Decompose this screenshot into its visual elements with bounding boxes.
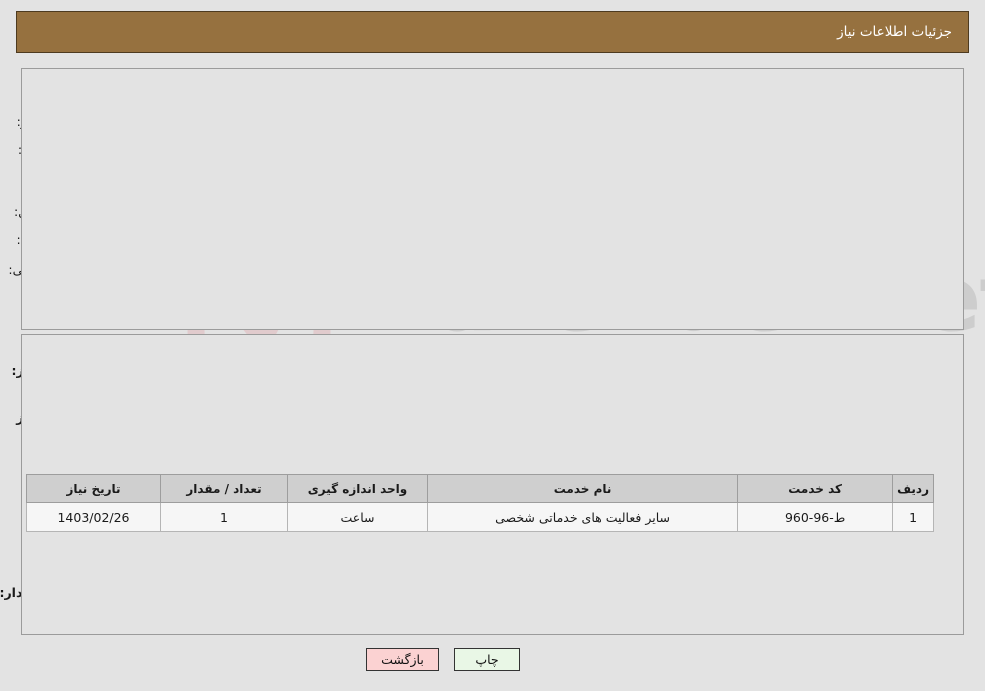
services-table: ردیف کد خدمت نام خدمت واحد اندازه گیری ت… xyxy=(26,474,934,532)
page-title: جزئیات اطلاعات نیاز xyxy=(837,24,952,40)
cell-row: 1 xyxy=(892,502,934,532)
th-name: نام خدمت xyxy=(426,474,739,503)
th-unit: واحد اندازه گیری xyxy=(287,474,428,503)
cell-date: 1403/02/26 xyxy=(26,502,161,532)
th-date: تاریخ نیاز xyxy=(26,474,161,503)
cell-qty: 1 xyxy=(160,502,288,532)
table-row: 1 ط-96-960 سایر فعالیت های خدماتی شخصی س… xyxy=(26,502,934,532)
cell-name: سایر فعالیت های خدماتی شخصی xyxy=(426,502,739,532)
need-info-panel xyxy=(21,68,964,330)
th-code: کد خدمت xyxy=(737,474,894,503)
page-root: ntaTender.net جزئیات اطلاعات نیاز شماره … xyxy=(0,0,985,691)
th-qty: تعداد / مقدار xyxy=(160,474,288,503)
page-header: جزئیات اطلاعات نیاز xyxy=(16,11,969,53)
print-button[interactable]: چاپ xyxy=(454,648,520,671)
cell-code: ط-96-960 xyxy=(737,502,894,532)
cell-unit: ساعت xyxy=(287,502,428,532)
th-row: ردیف xyxy=(892,474,934,503)
back-button[interactable]: بازگشت xyxy=(366,648,439,671)
table-header-row: ردیف کد خدمت نام خدمت واحد اندازه گیری ت… xyxy=(26,474,934,503)
